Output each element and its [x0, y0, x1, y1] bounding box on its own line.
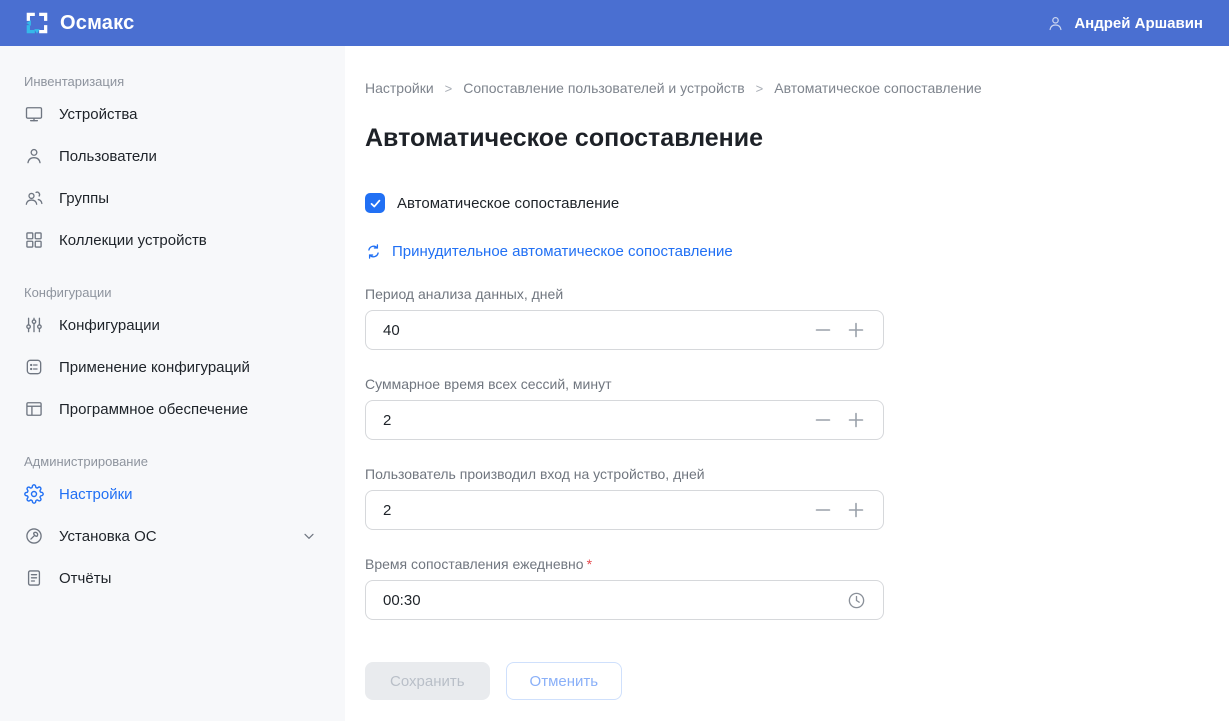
field-analysis-period: Период анализа данных, дней 40: [365, 286, 884, 350]
sliders-icon: [24, 315, 44, 335]
top-bar: Осмакс Андрей Аршавин: [0, 0, 1229, 46]
analysis-period-input[interactable]: 40: [365, 310, 884, 350]
required-mark: *: [587, 556, 592, 572]
app-title: Осмакс: [60, 12, 134, 35]
sidebar-item-os-install[interactable]: Установка ОС: [0, 515, 345, 557]
plus-icon[interactable]: [846, 500, 866, 520]
grid-icon: [24, 230, 44, 250]
reports-icon: [24, 568, 44, 588]
sidebar-item-reports[interactable]: Отчёты: [0, 557, 345, 599]
save-button[interactable]: Сохранить: [365, 662, 490, 700]
sidebar-item-label: Программное обеспечение: [59, 401, 248, 418]
sidebar-item-groups[interactable]: Группы: [0, 177, 345, 219]
users-icon: [24, 188, 44, 208]
user-icon: [24, 146, 44, 166]
sidebar-item-label: Установка ОС: [59, 528, 157, 545]
sidebar-item-label: Устройства: [59, 106, 137, 123]
sidebar-item-devices[interactable]: Устройства: [0, 93, 345, 135]
sidebar-item-configurations[interactable]: Конфигурации: [0, 304, 345, 346]
minus-icon[interactable]: [813, 320, 833, 340]
monitor-icon: [24, 104, 44, 124]
sidebar-section-inventory: Инвентаризация: [24, 74, 321, 89]
field-mapping-time: Время сопоставления ежедневно* 00:30: [365, 556, 884, 620]
user-name: Андрей Аршавин: [1074, 15, 1203, 32]
input-value: 2: [383, 412, 813, 429]
field-label: Период анализа данных, дней: [365, 286, 884, 302]
field-total-session-time: Суммарное время всех сессий, минут 2: [365, 376, 884, 440]
field-label: Суммарное время всех сессий, минут: [365, 376, 884, 392]
chevron-down-icon[interactable]: [301, 528, 317, 544]
sidebar-item-apply-configurations[interactable]: Применение конфигураций: [0, 346, 345, 388]
form-actions: Сохранить Отменить: [365, 662, 1205, 700]
plus-icon[interactable]: [846, 320, 866, 340]
sidebar-item-label: Настройки: [59, 486, 133, 503]
field-label: Время сопоставления ежедневно*: [365, 556, 884, 572]
page-title: Автоматическое сопоставление: [365, 124, 1205, 153]
input-value: 2: [383, 502, 813, 519]
check-icon: [369, 197, 382, 210]
sidebar: Инвентаризация Устройства Пользователи: [0, 46, 345, 721]
software-icon: [24, 399, 44, 419]
sidebar-item-label: Конфигурации: [59, 317, 160, 334]
sidebar-item-software[interactable]: Программное обеспечение: [0, 388, 345, 430]
cancel-button[interactable]: Отменить: [506, 662, 623, 700]
breadcrumb-separator: >: [756, 81, 764, 96]
user-login-days-input[interactable]: 2: [365, 490, 884, 530]
os-install-icon: [24, 526, 44, 546]
sidebar-item-label: Отчёты: [59, 570, 111, 587]
input-value: 40: [383, 322, 813, 339]
gear-icon: [24, 484, 44, 504]
applied-config-icon: [24, 357, 44, 377]
minus-icon[interactable]: [813, 410, 833, 430]
auto-mapping-checkbox-label: Автоматическое сопоставление: [397, 195, 619, 212]
sidebar-item-device-collections[interactable]: Коллекции устройств: [0, 219, 345, 261]
force-auto-mapping-label: Принудительное автоматическое сопоставле…: [392, 243, 733, 260]
sidebar-item-label: Группы: [59, 190, 109, 207]
sidebar-section-configurations: Конфигурации: [24, 285, 321, 300]
sidebar-item-settings[interactable]: Настройки: [0, 473, 345, 515]
breadcrumb-separator: >: [445, 81, 453, 96]
breadcrumb-user-device-mapping[interactable]: Сопоставление пользователей и устройств: [463, 80, 744, 96]
user-icon: [1046, 14, 1065, 33]
main-content: Настройки > Сопоставление пользователей …: [345, 46, 1229, 721]
input-value: 00:30: [383, 592, 847, 609]
total-session-time-input[interactable]: 2: [365, 400, 884, 440]
sidebar-item-users[interactable]: Пользователи: [0, 135, 345, 177]
breadcrumb: Настройки > Сопоставление пользователей …: [365, 80, 1205, 96]
field-label: Пользователь производил вход на устройст…: [365, 466, 884, 482]
auto-mapping-checkbox-row: Автоматическое сопоставление: [365, 193, 1205, 213]
auto-mapping-checkbox[interactable]: [365, 193, 385, 213]
breadcrumb-current: Автоматическое сопоставление: [774, 80, 981, 96]
sidebar-item-label: Пользователи: [59, 148, 157, 165]
mapping-time-input[interactable]: 00:30: [365, 580, 884, 620]
osmax-logo-icon: [24, 10, 50, 36]
refresh-icon: [365, 243, 382, 260]
brand[interactable]: Осмакс: [24, 10, 134, 36]
sidebar-item-label: Коллекции устройств: [59, 232, 207, 249]
plus-icon[interactable]: [846, 410, 866, 430]
sidebar-section-administration: Администрирование: [24, 454, 321, 469]
field-user-login-days: Пользователь производил вход на устройст…: [365, 466, 884, 530]
clock-icon[interactable]: [847, 591, 866, 610]
breadcrumb-settings[interactable]: Настройки: [365, 80, 434, 96]
minus-icon[interactable]: [813, 500, 833, 520]
sidebar-item-label: Применение конфигураций: [59, 359, 250, 376]
force-auto-mapping-link[interactable]: Принудительное автоматическое сопоставле…: [365, 243, 733, 260]
user-menu[interactable]: Андрей Аршавин: [1046, 14, 1203, 33]
